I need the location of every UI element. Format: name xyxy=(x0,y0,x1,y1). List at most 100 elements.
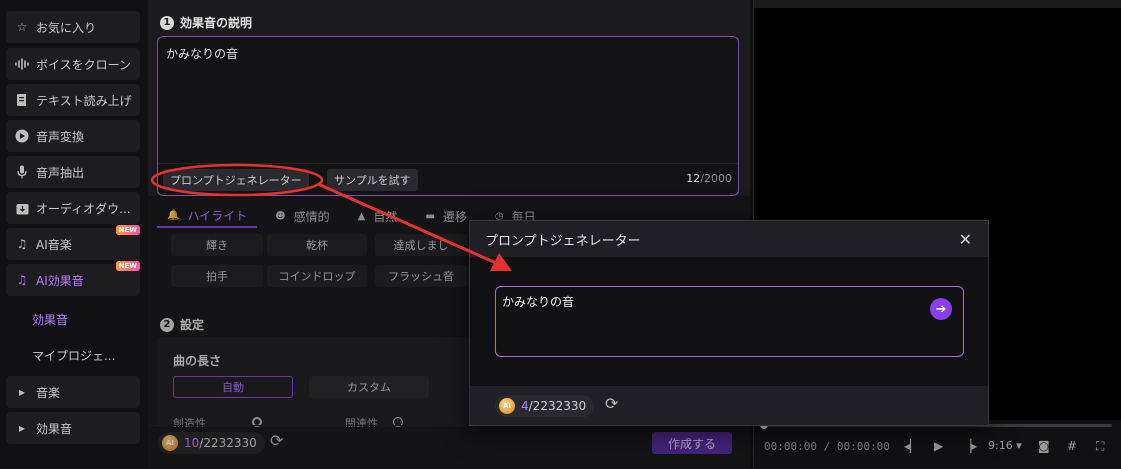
preset-chip[interactable]: 輝き xyxy=(171,234,263,256)
credits-used: 4 xyxy=(521,399,529,413)
char-limit: /2000 xyxy=(700,172,732,185)
aspect-ratio-select[interactable]: 9:16 ▾ xyxy=(988,439,1022,452)
microphone-icon xyxy=(14,164,30,180)
sidebar-item-label: ボイスをクローン xyxy=(36,57,132,72)
doc-speech-icon xyxy=(14,92,30,108)
prompt-generator-button[interactable]: プロンプトジェネレーター xyxy=(163,169,309,191)
sidebar-group-sound-effects[interactable]: ▸ 効果音 xyxy=(6,412,140,444)
new-badge: NEW xyxy=(115,261,140,271)
sidebar-subitem-sound-effects[interactable]: 効果音 xyxy=(32,311,68,328)
refresh-icon[interactable]: ⟳ xyxy=(605,394,618,413)
step-number: 2 xyxy=(160,317,174,332)
player-bar: 00:00:00 / 00:00:00 ◂▏ ▶ ▕▸ 9:16 ▾ ◙ # ⛶ xyxy=(754,420,1121,469)
tab-transition[interactable]: ▬ 遷移 xyxy=(415,204,476,228)
waveform-icon xyxy=(14,56,30,72)
grid-icon[interactable]: # xyxy=(1067,439,1077,453)
preset-chip[interactable]: コインドロップ xyxy=(267,265,367,287)
caret-right-icon: ▸ xyxy=(18,421,26,435)
try-sample-button[interactable]: サンプルを試す xyxy=(327,169,418,191)
sidebar-item-voice-clone[interactable]: ボイスをクローン xyxy=(6,48,140,80)
section-settings-title: 2 設定 xyxy=(160,316,204,333)
char-counter: 12/2000 xyxy=(686,172,732,185)
length-auto-option[interactable]: 自動 xyxy=(173,376,293,398)
create-button[interactable]: 作成する xyxy=(652,432,732,454)
preview-top-bar xyxy=(754,0,1121,8)
transition-icon: ▬ xyxy=(425,210,435,222)
credits-used: 10 xyxy=(184,436,200,450)
sound-effect-icon: ♫ xyxy=(16,273,28,287)
coin-icon: AI xyxy=(499,398,515,414)
sidebar-item-label: テキスト読み上げ xyxy=(36,93,132,108)
preset-chip[interactable]: フラッシュ音 xyxy=(375,265,467,287)
description-textarea[interactable]: かみなりの音 プロンプトジェネレーター サンプルを試す 12/2000 xyxy=(157,36,739,196)
emoji-icon: ☻ xyxy=(275,210,286,222)
step-number: 1 xyxy=(160,15,174,30)
settings-panel: 曲の長さ 自動 カスタム 創造性 関連性 xyxy=(157,337,477,427)
music-note-icon: ♫ xyxy=(16,237,28,251)
tab-label: 自然 xyxy=(373,209,398,224)
sidebar-item-label: AI効果音 xyxy=(36,273,84,288)
sidebar-item-label: 効果音 xyxy=(36,421,73,436)
length-custom-option[interactable]: カスタム xyxy=(309,376,429,398)
sidebar-item-voice-changer[interactable]: 音声変換 xyxy=(6,120,140,152)
bottom-action-bar: AI 10/2232330 ⟳ 作成する xyxy=(148,425,750,461)
aspect-ratio-value: 9:16 xyxy=(988,439,1013,452)
length-label: 曲の長さ xyxy=(173,354,222,368)
new-badge: NEW xyxy=(115,225,140,235)
credits-pill: AI 10/2232330 xyxy=(158,432,265,454)
preset-chip[interactable]: 乾杯 xyxy=(267,234,367,256)
tab-label: 遷移 xyxy=(442,209,467,224)
sidebar-subitem-my-projects[interactable]: マイプロジェ... xyxy=(32,347,115,364)
sidebar-item-label: 音声抽出 xyxy=(36,165,85,180)
char-count: 12 xyxy=(686,172,701,185)
tab-emotional[interactable]: ☻ 感情的 xyxy=(265,204,339,228)
tab-nature[interactable]: ▲ 自然 xyxy=(348,204,408,228)
sidebar-group-music[interactable]: ▸ 音楽 xyxy=(6,376,140,408)
voice-change-icon xyxy=(14,128,30,144)
credits-total: /2232330 xyxy=(528,399,587,413)
bell-icon: 🔔 xyxy=(167,209,180,221)
next-frame-icon[interactable]: ▕▸ xyxy=(962,439,977,453)
sidebar-item-label: オーディオダウ... xyxy=(36,201,131,216)
tab-label: ハイライト xyxy=(187,208,248,223)
sidebar-item-audio-download[interactable]: オーディオダウ... xyxy=(6,192,140,224)
play-icon[interactable]: ▶ xyxy=(934,439,943,453)
modal-footer: AI 4/2232330 ⟳ xyxy=(470,386,988,427)
prompt-generator-modal: プロンプトジェネレーター ✕ かみなりの音 ➔ AI 4/2232330 ⟳ xyxy=(469,220,989,426)
sidebar-item-ai-sound-effects[interactable]: ♫ AI効果音 NEW xyxy=(6,261,140,296)
description-text: かみなりの音 xyxy=(166,47,239,61)
sidebar-item-label: AI音楽 xyxy=(36,237,72,252)
camera-icon[interactable]: ◙ xyxy=(1038,439,1050,453)
sidebar-item-text-to-speech[interactable]: テキスト読み上げ xyxy=(6,84,140,116)
tree-icon: ▲ xyxy=(357,210,366,222)
modal-title: プロンプトジェネレーター xyxy=(485,233,641,249)
section-description-title: 1 効果音の説明 xyxy=(160,14,252,31)
close-icon[interactable]: ✕ xyxy=(959,230,972,249)
prompt-input-text: かみなりの音 xyxy=(502,295,575,309)
prompt-input[interactable]: かみなりの音 ➔ xyxy=(495,286,964,357)
tab-label: 感情的 xyxy=(293,209,330,224)
section-title-text: 効果音の説明 xyxy=(180,16,253,30)
time-display: 00:00:00 / 00:00:00 xyxy=(764,440,890,453)
section-title-text: 設定 xyxy=(180,318,205,332)
sidebar-item-audio-extract[interactable]: 音声抽出 xyxy=(6,156,140,188)
credits-pill: AI 4/2232330 xyxy=(495,395,595,417)
sidebar: ☆ お気に入り ボイスをクローン テキスト読み上げ 音声変換 音声抽出 オーディ… xyxy=(0,0,148,469)
caret-right-icon: ▸ xyxy=(18,385,26,399)
sidebar-item-ai-music[interactable]: ♫ AI音楽 NEW xyxy=(6,225,140,260)
tab-highlight[interactable]: 🔔 ハイライト xyxy=(157,204,258,228)
credits-total: /2232330 xyxy=(199,436,257,450)
modal-body: かみなりの音 ➔ xyxy=(470,257,988,386)
preset-chip[interactable]: 拍手 xyxy=(171,265,263,287)
prev-frame-icon[interactable]: ◂▏ xyxy=(904,439,919,453)
star-icon: ☆ xyxy=(16,20,28,34)
preset-chip[interactable]: 達成しまし xyxy=(375,234,467,256)
coin-icon: AI xyxy=(162,435,178,451)
fullscreen-icon[interactable]: ⛶ xyxy=(1096,439,1104,454)
modal-header: プロンプトジェネレーター xyxy=(470,221,988,257)
sidebar-item-label: 音楽 xyxy=(36,385,61,400)
sidebar-item-label: 音声変換 xyxy=(36,129,85,144)
refresh-icon[interactable]: ⟳ xyxy=(270,431,283,450)
send-arrow-icon[interactable]: ➔ xyxy=(930,298,952,320)
sidebar-item-favorites[interactable]: ☆ お気に入り xyxy=(6,11,140,43)
